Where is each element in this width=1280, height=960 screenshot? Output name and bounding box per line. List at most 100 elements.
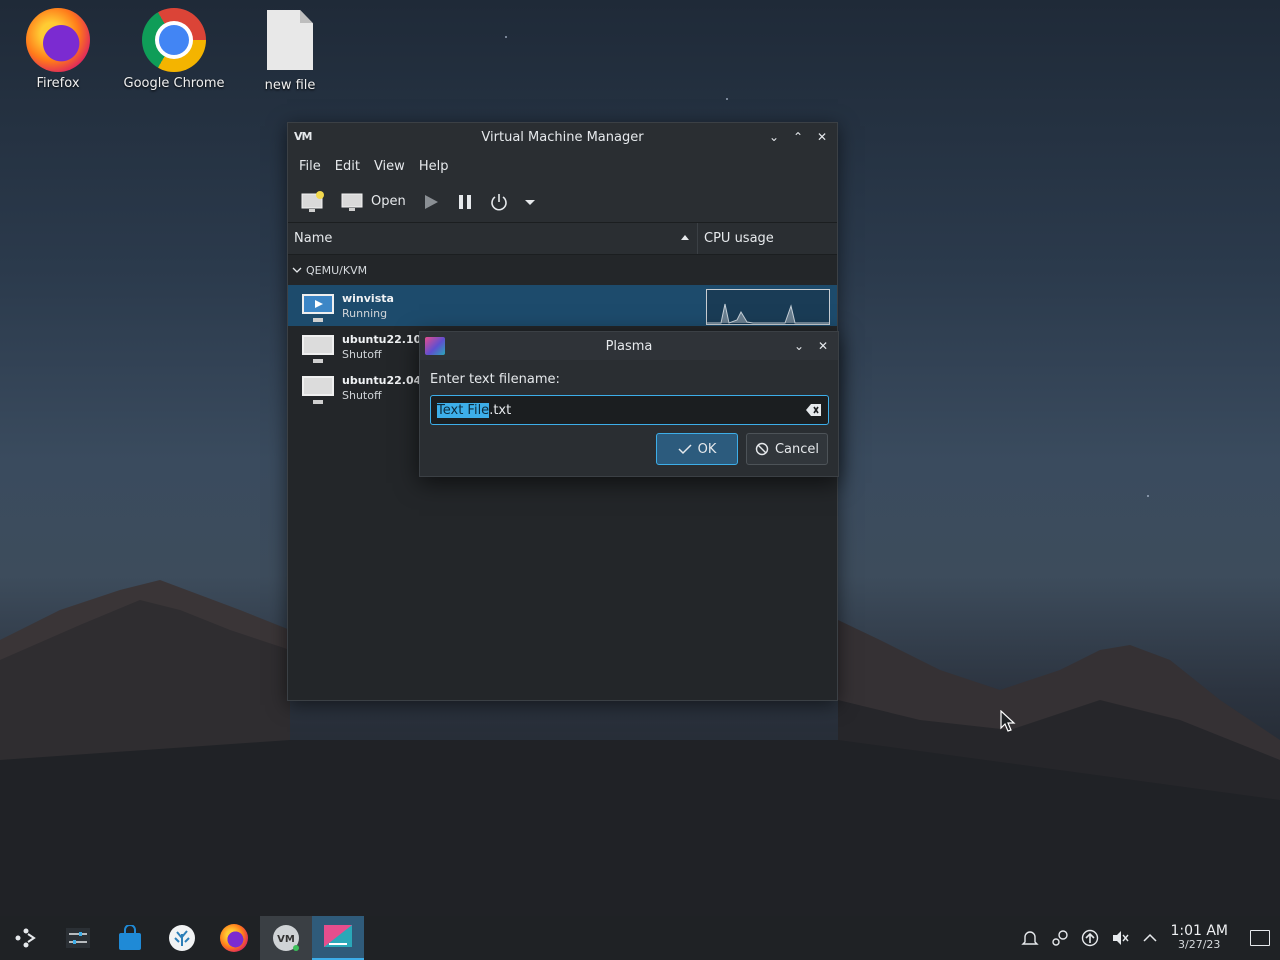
desktop-icon-label: new file bbox=[264, 78, 316, 93]
filename-extension-text: .txt bbox=[489, 402, 512, 418]
plasma-app-icon bbox=[324, 925, 352, 947]
cancel-label: Cancel bbox=[774, 441, 820, 457]
vm-state: Shutoff bbox=[342, 347, 382, 361]
open-button[interactable]: Open bbox=[336, 187, 411, 217]
monitor-icon bbox=[341, 193, 363, 211]
mouse-cursor-icon bbox=[1000, 710, 1016, 732]
connection-group[interactable]: QEMU/KVM bbox=[288, 255, 837, 285]
desktop-icon-chrome[interactable]: Google Chrome bbox=[119, 8, 229, 91]
menu-help[interactable]: Help bbox=[412, 155, 456, 178]
desktop-icon-label: Google Chrome bbox=[123, 76, 225, 91]
menu-edit[interactable]: Edit bbox=[328, 155, 367, 178]
column-header-name[interactable]: Name bbox=[288, 223, 698, 254]
task-manager-settings[interactable] bbox=[52, 916, 104, 960]
list-header: Name CPU usage bbox=[288, 223, 837, 255]
desktop-icon-firefox[interactable]: Firefox bbox=[3, 8, 113, 91]
connection-label: QEMU/KVM bbox=[306, 263, 368, 277]
launcher-icon bbox=[15, 928, 36, 948]
update-icon[interactable] bbox=[1080, 928, 1100, 948]
chevron-down-icon bbox=[292, 267, 302, 273]
svg-text:VM: VM bbox=[277, 934, 295, 945]
firefox-icon bbox=[26, 8, 90, 72]
steam-app[interactable] bbox=[156, 916, 208, 960]
plasma-dialog: Plasma ⌄ ✕ Enter text filename: Text Fil… bbox=[419, 331, 839, 477]
cpu-usage-graph bbox=[706, 289, 830, 325]
pause-button[interactable] bbox=[451, 187, 479, 217]
ok-button[interactable]: OK bbox=[656, 433, 738, 465]
ok-label: OK bbox=[697, 441, 717, 457]
star bbox=[1147, 495, 1149, 497]
file-icon bbox=[267, 10, 313, 70]
maximize-icon[interactable]: ⌃ bbox=[789, 128, 807, 146]
open-label: Open bbox=[371, 194, 406, 209]
column-header-cpu[interactable]: CPU usage bbox=[698, 223, 837, 254]
taskbar: VM 1:01 AM 3/27/23 bbox=[0, 916, 1280, 960]
steam-tray-icon[interactable] bbox=[1050, 928, 1070, 948]
notifications-icon[interactable] bbox=[1020, 928, 1040, 948]
close-icon[interactable]: ✕ bbox=[813, 128, 831, 146]
filename-input[interactable]: Text File .txt bbox=[430, 395, 829, 425]
plasma-dialog-task[interactable] bbox=[312, 916, 364, 960]
firefox-task[interactable] bbox=[208, 916, 260, 960]
vm-running-icon bbox=[302, 293, 334, 322]
vmm-logo-icon: VM bbox=[294, 130, 312, 143]
close-icon[interactable]: ✕ bbox=[814, 337, 832, 355]
minimize-icon[interactable]: ⌄ bbox=[790, 337, 808, 355]
dialog-title: Plasma bbox=[605, 338, 653, 354]
minimize-icon[interactable]: ⌄ bbox=[765, 128, 783, 146]
run-button[interactable] bbox=[417, 187, 445, 217]
vm-shutoff-icon bbox=[302, 334, 334, 363]
power-icon bbox=[490, 193, 507, 210]
star bbox=[505, 36, 507, 38]
vm-row-winvista[interactable]: winvista Running bbox=[288, 285, 837, 326]
digital-clock[interactable]: 1:01 AM 3/27/23 bbox=[1170, 924, 1228, 952]
store-bag-icon bbox=[119, 925, 141, 950]
column-name-label: Name bbox=[294, 231, 333, 246]
vm-name: ubuntu22.10 bbox=[342, 332, 422, 346]
play-icon bbox=[424, 194, 438, 209]
new-vm-button[interactable] bbox=[296, 187, 330, 217]
firefox-icon bbox=[220, 924, 248, 952]
menu-view[interactable]: View bbox=[367, 155, 412, 178]
shutdown-button[interactable] bbox=[485, 187, 513, 217]
filename-label: Enter text filename: bbox=[430, 372, 560, 387]
vm-state: Shutoff bbox=[342, 388, 382, 402]
clear-text-icon[interactable] bbox=[806, 403, 822, 417]
sort-ascending-icon bbox=[681, 235, 689, 240]
menu-file[interactable]: File bbox=[292, 155, 328, 178]
vm-name: winvista bbox=[342, 291, 394, 305]
window-title: Virtual Machine Manager bbox=[481, 129, 644, 145]
desktop-icon-label: Firefox bbox=[36, 76, 80, 91]
desktop-icon-new-file[interactable]: new file bbox=[235, 8, 345, 93]
vm-shutoff-icon bbox=[302, 375, 334, 404]
vmm-app-icon: VM bbox=[273, 925, 299, 951]
clock-date: 3/27/23 bbox=[1178, 938, 1221, 951]
sliders-icon bbox=[66, 928, 90, 948]
new-vm-icon bbox=[301, 190, 324, 212]
coral-app-icon bbox=[169, 925, 195, 951]
dialog-titlebar[interactable]: Plasma ⌄ ✕ bbox=[420, 332, 838, 360]
application-launcher[interactable] bbox=[0, 916, 52, 960]
vmm-task[interactable]: VM bbox=[260, 916, 312, 960]
discover-store[interactable] bbox=[104, 916, 156, 960]
filename-selected-text: Text File bbox=[437, 402, 490, 418]
clock-time: 1:01 AM bbox=[1170, 923, 1228, 939]
checkmark-icon bbox=[678, 444, 692, 455]
cancel-button[interactable]: Cancel bbox=[746, 433, 828, 465]
vmm-titlebar[interactable]: VM Virtual Machine Manager ⌄ ⌃ ✕ bbox=[288, 123, 837, 151]
shutdown-menu-button[interactable] bbox=[519, 187, 541, 217]
chevron-up-icon[interactable] bbox=[1140, 928, 1160, 948]
system-tray: 1:01 AM 3/27/23 bbox=[1020, 924, 1280, 952]
show-desktop-icon[interactable] bbox=[1250, 930, 1270, 946]
menubar: File Edit View Help bbox=[288, 151, 837, 181]
star bbox=[726, 98, 728, 100]
cancel-icon bbox=[755, 442, 769, 456]
volume-muted-icon[interactable] bbox=[1110, 928, 1130, 948]
pause-icon bbox=[458, 194, 471, 209]
chrome-icon bbox=[142, 8, 206, 72]
vm-state: Running bbox=[342, 306, 388, 320]
vm-name: ubuntu22.04 bbox=[342, 373, 422, 387]
chevron-down-icon bbox=[524, 199, 535, 205]
column-cpu-label: CPU usage bbox=[704, 231, 774, 246]
toolbar: Open bbox=[288, 181, 837, 223]
